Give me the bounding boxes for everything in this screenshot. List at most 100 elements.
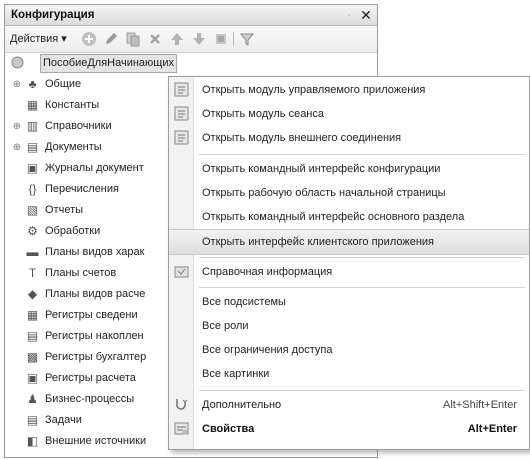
info-registers-icon: ▦ [26, 308, 39, 322]
business-process-icon: ♟ [27, 392, 38, 406]
menu-item-label: Свойства [202, 423, 255, 435]
move-down-icon[interactable] [191, 31, 207, 47]
tree-item-constants[interactable]: ▦ Константы [5, 95, 173, 116]
catalogs-icon: ▥ [26, 119, 39, 133]
menu-item-open-main-section-command-interface[interactable]: Открыть командный интерфейс основного ра… [169, 205, 529, 229]
expand-icon[interactable]: ⊕ [12, 116, 22, 137]
tree-item-external-sources[interactable]: ◧ Внешние источники [5, 431, 173, 452]
tree-item-label: Обработки [45, 225, 101, 237]
menu-item-open-config-command-interface[interactable]: Открыть командный интерфейс конфигурации [169, 157, 529, 181]
module-icon [173, 130, 189, 146]
menu-item-open-external-connection-module[interactable]: Открыть модуль внешнего соединения [169, 126, 529, 150]
menu-item-label: Открыть интерфейс клиентского приложения [202, 236, 435, 248]
menu-separator [199, 154, 525, 155]
tree-item-label: Справочники [45, 120, 112, 132]
menu-item-label: Открыть модуль сеанса [202, 108, 325, 120]
panel-toolbar: Действия ▾ [5, 26, 377, 53]
tasks-icon: ▤ [26, 413, 39, 427]
menu-item-label: Все подсистемы [202, 296, 286, 308]
close-icon[interactable]: ✕ [359, 7, 373, 23]
constants-icon: ▦ [26, 98, 39, 112]
edit-pencil-icon[interactable] [103, 31, 119, 47]
menu-item-open-home-page-workspace[interactable]: Открыть рабочую область начальной страни… [169, 181, 529, 205]
tree-item-tasks[interactable]: ▤ Задачи [5, 410, 173, 431]
tree-item-chart-of-accounts[interactable]: Т Планы счетов [5, 263, 173, 284]
delete-x-icon[interactable] [147, 31, 163, 47]
menu-item-open-session-module[interactable]: Открыть модуль сеанса [169, 102, 529, 126]
panel-titlebar: Конфигурация ◦ ✕ [5, 5, 377, 26]
menu-item-label: Справочная информация [202, 266, 333, 278]
menu-item-advanced[interactable]: Дополнительно Alt+Shift+Enter [169, 393, 529, 417]
menu-item-help-info[interactable]: Справочная информация [169, 260, 529, 284]
general-icon: ♣ [28, 77, 37, 91]
tree-item-info-registers[interactable]: ▦ Регистры сведени [5, 305, 173, 326]
pin-icon[interactable]: ◦ [343, 8, 355, 22]
add-circle-icon[interactable] [81, 31, 97, 47]
tree-item-catalogs[interactable]: ⊕ ▥ Справочники [5, 116, 173, 137]
tree-item-label: Планы видов харак [45, 246, 145, 258]
menu-item-label: Открыть командный интерфейс основного ра… [202, 211, 465, 223]
menu-item-label: Дополнительно [202, 399, 282, 411]
help-icon [173, 264, 189, 280]
tree-item-accounting-registers[interactable]: ▩ Регистры бухгалтер [5, 347, 173, 368]
tree-item-enums[interactable]: {} Перечисления [5, 179, 173, 200]
tree-item-label: Планы счетов [45, 267, 117, 279]
context-menu: Открыть модуль управляемого приложения О… [168, 76, 530, 450]
menu-item-all-roles[interactable]: Все роли [169, 314, 529, 338]
tree-item-label: Регистры бухгалтер [45, 351, 147, 363]
menu-item-open-managed-app-module[interactable]: Открыть модуль управляемого приложения [169, 78, 529, 102]
move-up-icon[interactable] [169, 31, 185, 47]
tree-item-reports[interactable]: ▧ Отчеты [5, 200, 173, 221]
actions-menu-button[interactable]: Действия ▾ [10, 32, 67, 45]
copy-icon[interactable] [125, 31, 141, 47]
tree-item-accum-registers[interactable]: ▤ Регистры накоплен [5, 326, 173, 347]
enums-icon: {} [28, 182, 37, 196]
properties-icon [173, 421, 189, 437]
tree-item-label: Константы [45, 99, 100, 111]
menu-separator [199, 390, 525, 391]
journals-icon: ▣ [26, 161, 39, 175]
menu-separator [199, 287, 525, 288]
module-icon [173, 106, 189, 122]
tree-root[interactable]: ПособиеДляНачинающих [5, 53, 177, 74]
documents-icon: ▤ [26, 140, 39, 154]
tree-item-calc-types[interactable]: ◆ Планы видов расче [5, 284, 173, 305]
tree-root-label: ПособиеДляНачинающих [40, 54, 177, 73]
menu-separator [199, 257, 525, 258]
menu-item-open-client-app-interface[interactable]: Открыть интерфейс клиентского приложения [169, 229, 529, 255]
tree-item-general[interactable]: ⊕ ♣ Общие [5, 74, 173, 95]
menu-item-all-pictures[interactable]: Все картинки [169, 362, 529, 386]
tree-item-journals[interactable]: ▣ Журналы документ [5, 158, 173, 179]
tree-item-label: Внешние источники [45, 435, 147, 447]
tree-item-label: Документы [45, 141, 102, 153]
chart-of-accounts-icon: Т [28, 266, 37, 280]
menu-item-label: Открыть рабочую область начальной страни… [202, 187, 446, 199]
reports-icon: ▧ [26, 203, 39, 217]
module-icon [173, 82, 189, 98]
tree-item-label: Регистры сведени [45, 309, 138, 321]
menu-item-properties[interactable]: Свойства Alt+Enter [169, 417, 529, 441]
tree-item-business-process[interactable]: ♟ Бизнес-процессы [5, 389, 173, 410]
menu-item-all-access-restrictions[interactable]: Все ограничения доступа [169, 338, 529, 362]
tree-item-processing[interactable]: ⚙ Обработки [5, 221, 173, 242]
tree-item-documents[interactable]: ⊕ ▤ Документы [5, 137, 173, 158]
expand-icon[interactable]: ⊕ [12, 137, 22, 158]
external-sources-icon: ◧ [26, 434, 39, 448]
expand-icon[interactable]: ⊕ [12, 74, 22, 95]
tree-item-label: Бизнес-процессы [45, 393, 135, 405]
menu-item-label: Открыть модуль внешнего соединения [202, 132, 402, 144]
tree-item-char-types[interactable]: ▬ Планы видов харак [5, 242, 173, 263]
list-icon[interactable] [213, 31, 229, 47]
menu-item-all-subsystems[interactable]: Все подсистемы [169, 290, 529, 314]
menu-item-shortcut: Alt+Shift+Enter [443, 399, 517, 411]
menu-item-label: Открыть командный интерфейс конфигурации [202, 163, 441, 175]
filter-icon[interactable] [239, 31, 255, 47]
tree-item-label: Перечисления [45, 183, 119, 195]
toolbar-separator [233, 32, 234, 46]
tree-item-label: Журналы документ [45, 162, 144, 174]
tree-item-label: Регистры накоплен [45, 330, 144, 342]
tree-item-calc-registers[interactable]: ▣ Регистры расчета [5, 368, 173, 389]
tree-item-label: Отчеты [45, 204, 84, 216]
menu-item-label: Открыть модуль управляемого приложения [202, 84, 426, 96]
processing-icon: ⚙ [27, 224, 38, 238]
